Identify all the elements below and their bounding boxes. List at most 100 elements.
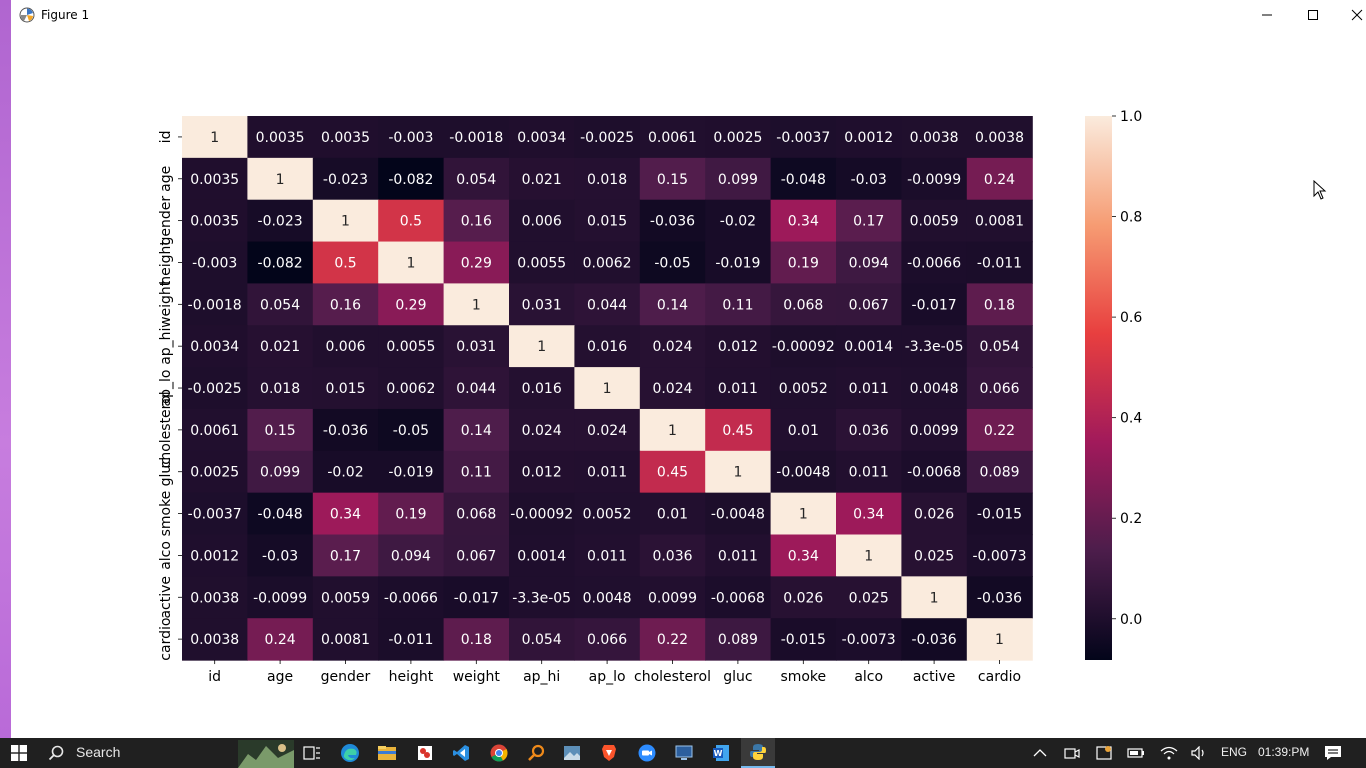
- tray-app-button[interactable]: [1093, 742, 1115, 764]
- cell-annotation: 0.0055: [386, 339, 435, 355]
- cell-annotation: 1: [733, 465, 742, 481]
- taskbar-search-box[interactable]: Search: [38, 738, 294, 768]
- battery-button[interactable]: [1125, 742, 1147, 764]
- cell-annotation: 0.0035: [321, 130, 370, 146]
- cell-annotation: 0.054: [456, 172, 496, 188]
- brave-button[interactable]: [598, 742, 620, 764]
- cell-annotation: 0.0025: [713, 130, 762, 146]
- cell-annotation: 0.34: [788, 214, 819, 230]
- image-viewer-button[interactable]: [561, 742, 583, 764]
- remote-desktop-button[interactable]: [673, 742, 695, 764]
- cell-annotation: 0.18: [984, 297, 1015, 313]
- x-tick-label: ap_lo: [589, 669, 626, 685]
- word-button[interactable]: W: [710, 742, 732, 764]
- cell-annotation: 1: [537, 339, 546, 355]
- cell-annotation: 0.0014: [517, 548, 566, 564]
- cell-annotation: -0.0066: [384, 590, 438, 606]
- cell-annotation: 0.018: [260, 381, 300, 397]
- cell-annotation: 0.0012: [844, 130, 893, 146]
- cell-annotation: 0.089: [979, 465, 1019, 481]
- y-tick-label: id: [158, 131, 174, 144]
- cell-annotation: -0.036: [977, 590, 1022, 606]
- edge-icon: [341, 744, 359, 762]
- cell-annotation: -0.015: [781, 632, 826, 648]
- search-icon: [48, 745, 64, 761]
- vscode-icon: [453, 745, 469, 761]
- cell-annotation: -0.05: [393, 423, 429, 439]
- y-tick-label: cholesterol: [158, 391, 174, 468]
- cell-annotation: 0.0062: [583, 255, 632, 271]
- volume-button[interactable]: [1189, 742, 1211, 764]
- cell-annotation: 0.015: [587, 214, 627, 230]
- cell-annotation: 0.0048: [583, 590, 632, 606]
- cell-annotation: -0.0099: [253, 590, 307, 606]
- cell-annotation: 0.021: [522, 172, 562, 188]
- cell-annotation: 0.5: [334, 255, 356, 271]
- cell-annotation: -0.0037: [776, 130, 830, 146]
- x-tick-label: age: [267, 669, 293, 685]
- python-button[interactable]: [741, 738, 775, 768]
- word-icon: W: [713, 745, 729, 761]
- x-tick-label: alco: [854, 669, 883, 685]
- cell-annotation: 0.0034: [190, 339, 239, 355]
- cell-annotation: 0.0081: [321, 632, 370, 648]
- notifications-button[interactable]: [1322, 742, 1344, 764]
- cell-annotation: 0.054: [522, 632, 562, 648]
- cell-annotation: -0.003: [388, 130, 433, 146]
- cell-annotation: 1: [668, 423, 677, 439]
- wifi-button[interactable]: [1158, 742, 1180, 764]
- cell-annotation: 0.016: [522, 381, 562, 397]
- taskbar-app-button[interactable]: [414, 742, 436, 764]
- cell-annotation: 0.012: [718, 339, 758, 355]
- cell-annotation: -0.05: [654, 255, 690, 271]
- camera-tray-button[interactable]: [1061, 742, 1083, 764]
- chrome-button[interactable]: [488, 742, 510, 764]
- show-hidden-icons-button[interactable]: [1029, 742, 1051, 764]
- volume-icon: [1191, 746, 1204, 760]
- x-tick-label: gluc: [723, 669, 752, 685]
- cell-annotation: 0.024: [587, 423, 627, 439]
- zoom-button[interactable]: [636, 742, 658, 764]
- x-tick-label: cholesterol: [634, 669, 711, 685]
- task-view-button[interactable]: [301, 742, 323, 764]
- cell-annotation: 0.011: [587, 548, 627, 564]
- image-viewer-icon: [564, 746, 580, 760]
- cell-annotation: -0.0068: [711, 590, 765, 606]
- cell-annotation: -0.0037: [188, 507, 242, 523]
- vscode-button[interactable]: [450, 742, 472, 764]
- cell-annotation: 1: [341, 214, 350, 230]
- cell-annotation: -0.02: [720, 214, 756, 230]
- edge-button[interactable]: [339, 742, 361, 764]
- clock[interactable]: 01:39:PM: [1258, 745, 1309, 759]
- colorbar-tick-label: 0.4: [1120, 411, 1142, 427]
- cell-annotation: 0.026: [914, 507, 954, 523]
- y-tick-label: ap_hi: [158, 328, 174, 365]
- remote-desktop-icon: [675, 745, 693, 760]
- cell-annotation: 0.22: [657, 632, 688, 648]
- cell-annotation: 0.068: [783, 297, 823, 313]
- cell-annotation: 0.0061: [648, 130, 697, 146]
- cell-annotation: -0.015: [977, 507, 1022, 523]
- cell-annotation: 0.14: [461, 423, 492, 439]
- camera-icon: [1064, 748, 1080, 759]
- search-highlight-image: [238, 740, 294, 768]
- cell-annotation: 0.094: [391, 548, 431, 564]
- cell-annotation: 0.066: [979, 381, 1019, 397]
- file-explorer-icon: [378, 746, 396, 760]
- cell-annotation: 0.024: [652, 339, 692, 355]
- cell-annotation: 0.17: [853, 214, 884, 230]
- cell-annotation: 0.031: [522, 297, 562, 313]
- file-explorer-button[interactable]: [376, 742, 398, 764]
- mouse-cursor-icon: [1313, 180, 1327, 200]
- cell-annotation: -0.0018: [449, 130, 503, 146]
- cell-annotation: 0.16: [461, 214, 492, 230]
- y-tick-label: height: [158, 240, 174, 285]
- cell-annotation: 0.012: [522, 465, 562, 481]
- y-tick-label: gluc: [158, 457, 174, 486]
- cell-annotation: 0.006: [522, 214, 562, 230]
- cell-annotation: -0.036: [323, 423, 368, 439]
- search-app-button[interactable]: [525, 742, 547, 764]
- cell-annotation: 0.011: [849, 465, 889, 481]
- language-indicator[interactable]: ENG: [1221, 745, 1247, 759]
- windows-start-button[interactable]: [8, 742, 30, 764]
